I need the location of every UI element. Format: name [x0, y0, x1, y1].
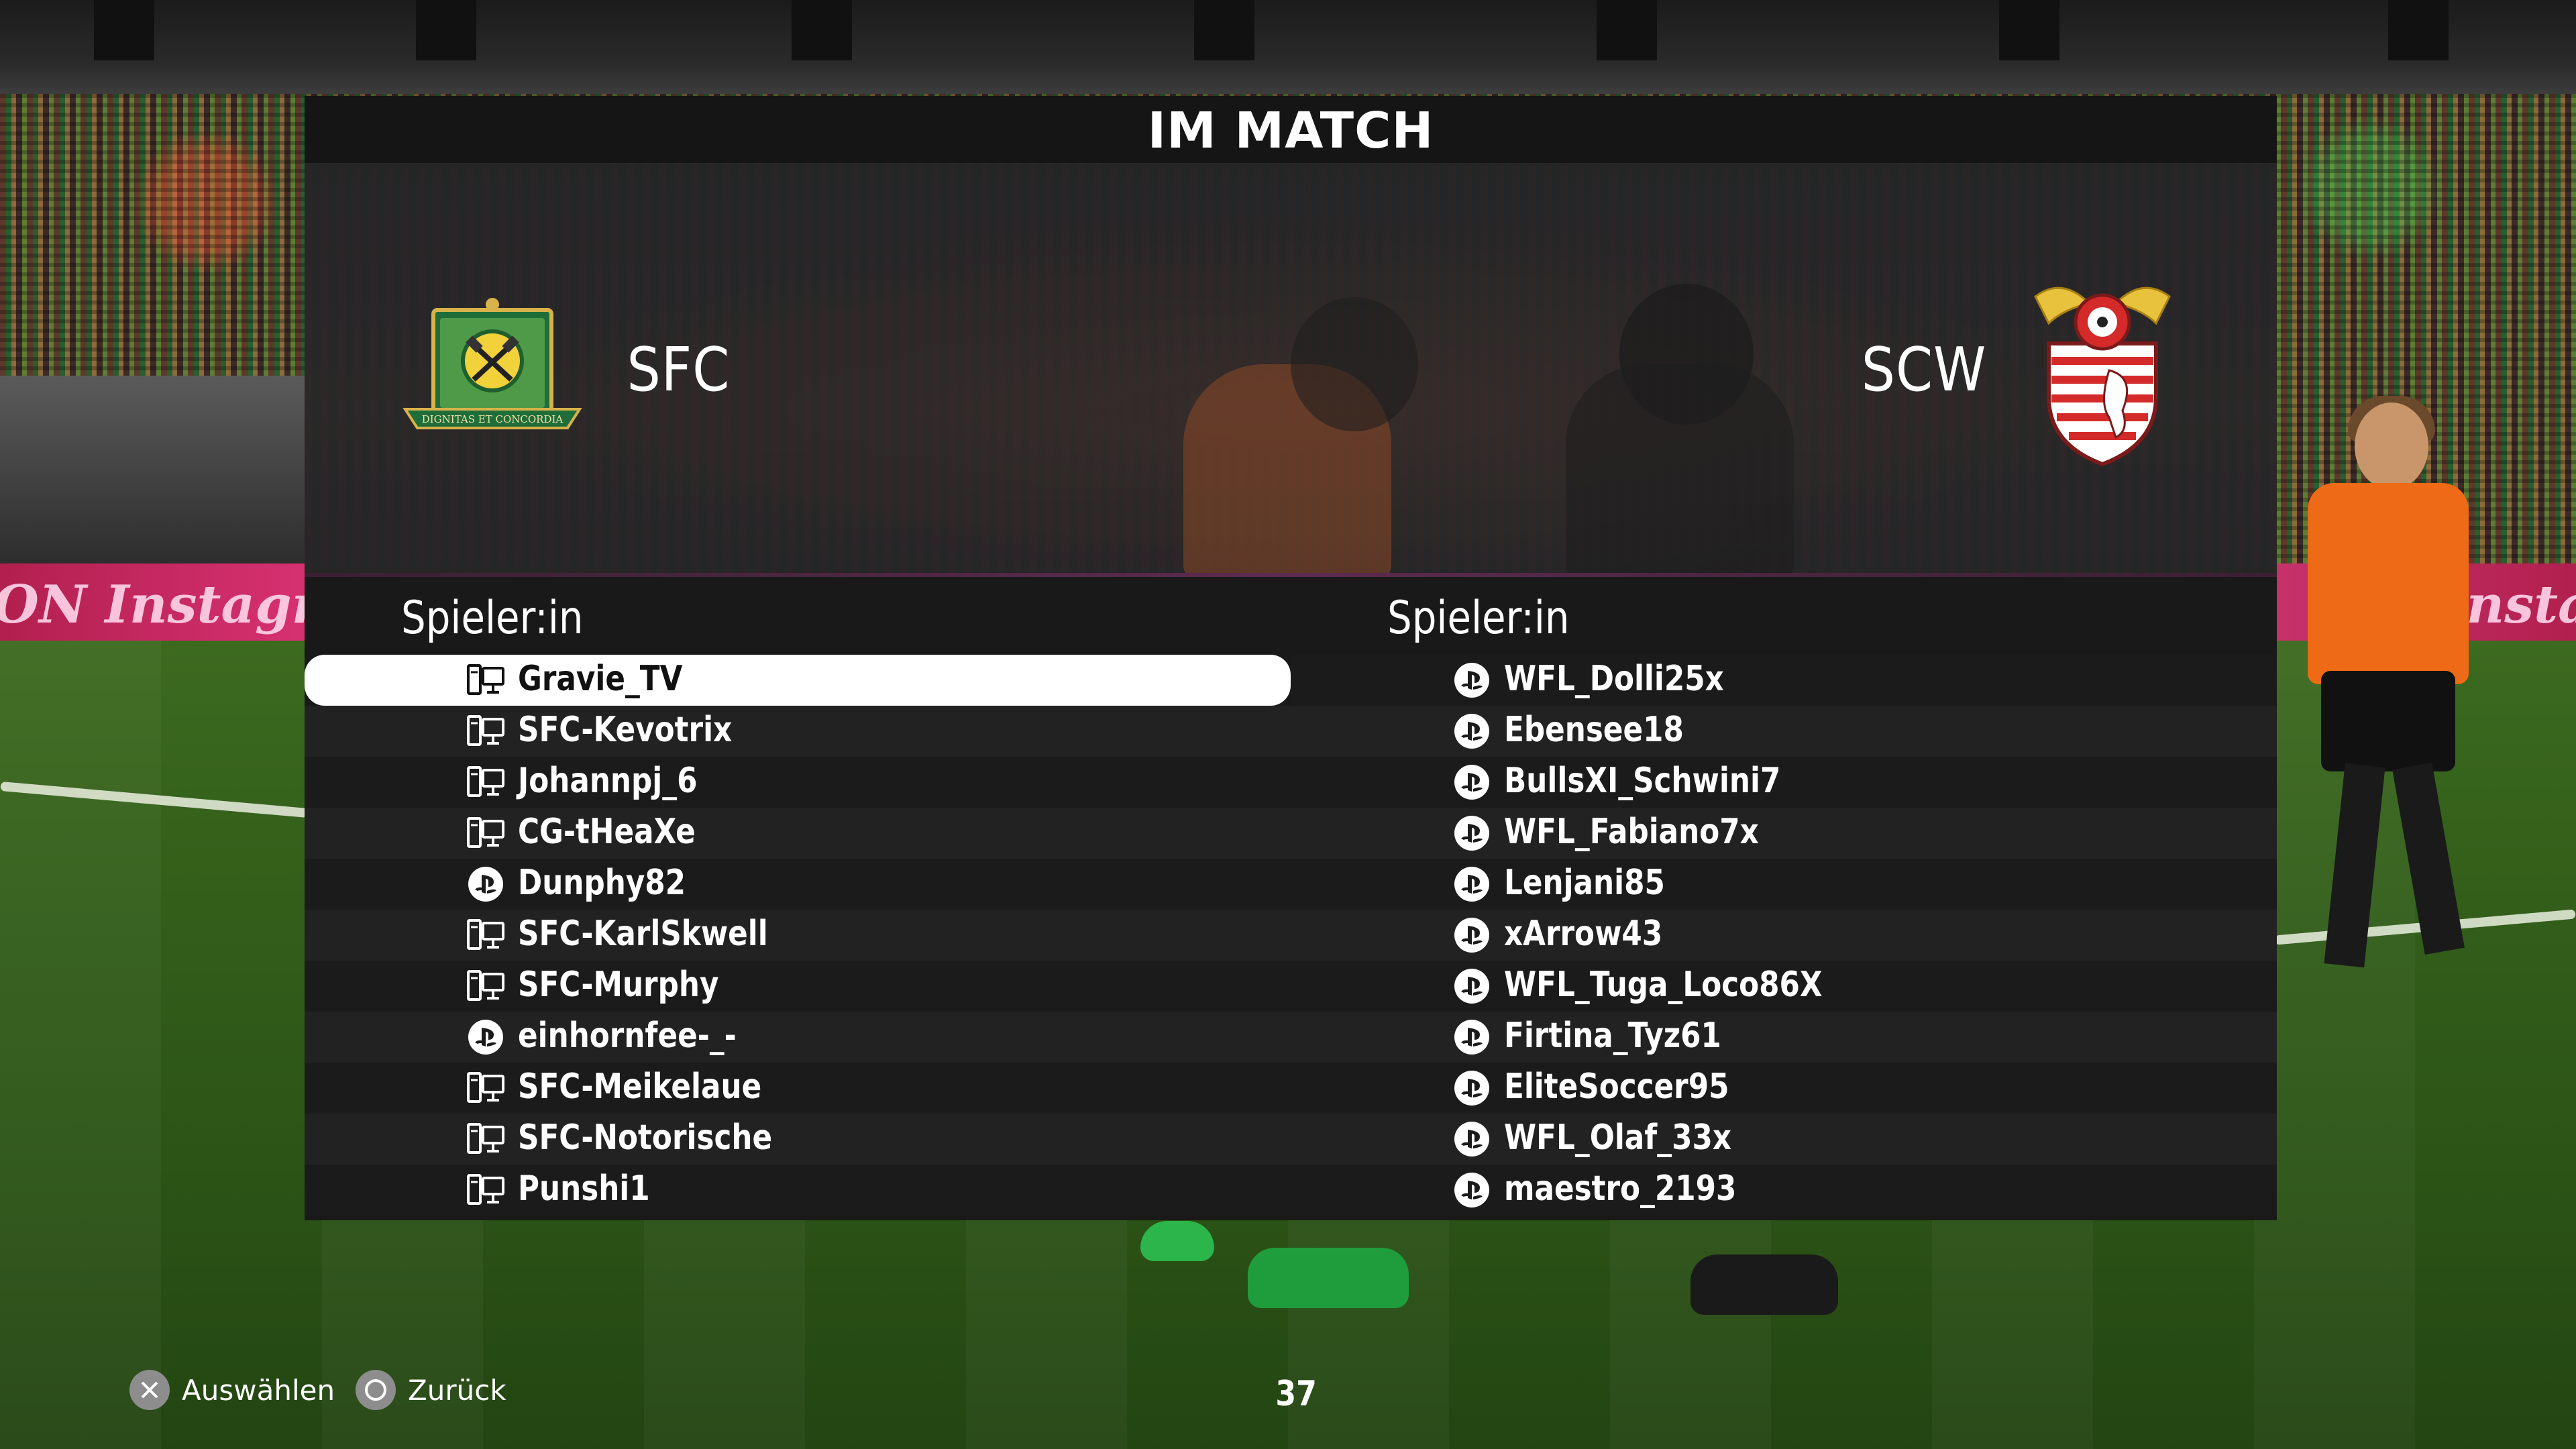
screen-title: IM MATCH [1147, 102, 1434, 160]
pc-icon [467, 664, 504, 696]
player-name: WFL_Fabiano7x [1504, 812, 1759, 852]
referee-figure [2294, 396, 2482, 979]
player-row[interactable]: WFL_Tuga_Loco86X [1291, 961, 2277, 1012]
select-button[interactable]: Auswählen [129, 1370, 335, 1410]
away-team: SCW [1853, 163, 2183, 577]
playstation-icon [1453, 918, 1491, 953]
player-row[interactable]: CG-tHeaXe [305, 808, 1291, 859]
pc-icon [467, 970, 504, 1002]
player-name: WFL_Olaf_33x [1504, 1118, 1732, 1158]
pc-icon [467, 715, 504, 747]
player-name: SFC-KarlSkwell [518, 914, 768, 954]
playstation-icon [1453, 816, 1491, 851]
player-row[interactable]: Punshi1 [305, 1165, 1291, 1216]
player-row[interactable]: Firtina_Tyz61 [1291, 1012, 2277, 1063]
player-name: Firtina_Tyz61 [1504, 1016, 1721, 1056]
home-team-crest-icon: DIGNITAS ET CONCORDIA [402, 297, 582, 429]
player-row[interactable]: xArrow43 [1291, 910, 2277, 961]
playstation-icon [1453, 1020, 1491, 1055]
player-row[interactable]: maestro_2193 [1291, 1165, 2277, 1216]
player-name: Gravie_TV [518, 659, 683, 699]
playstation-icon [467, 867, 504, 902]
player-boot [1140, 1221, 1214, 1261]
lineup-panel: IM MATCH DIGNITAS ET CONCORDIA SFC SCW S… [305, 96, 2277, 1220]
away-team-name: SCW [1861, 335, 1987, 405]
player-row[interactable]: Johannpj_6 [305, 757, 1291, 808]
player-name: maestro_2193 [1504, 1169, 1737, 1209]
match-hero-banner: DIGNITAS ET CONCORDIA SFC SCW [305, 163, 2277, 579]
home-player-list: Gravie_TV SFC-Kevotrix Johannpj_6 CG-tHeaXe… [305, 655, 1291, 1216]
pc-icon [467, 1123, 504, 1155]
pc-icon [467, 766, 504, 798]
back-button-label: Zurück [408, 1373, 506, 1407]
player-name: BullsXI_Schwini7 [1504, 761, 1781, 801]
player-row[interactable]: SFC-KarlSkwell [305, 910, 1291, 961]
player-name: Johannpj_6 [518, 761, 698, 801]
playstation-icon [1453, 969, 1491, 1004]
away-column-header: Spieler:in [1387, 592, 1570, 645]
pc-icon [467, 1174, 504, 1206]
player-row[interactable]: WFL_Dolli25x [1291, 655, 2277, 706]
playstation-icon [1453, 1173, 1491, 1208]
player-row[interactable]: SFC-Notorische [305, 1114, 1291, 1165]
circle-button-icon [356, 1370, 396, 1410]
players-tunnel [0, 376, 309, 577]
player-row[interactable]: Gravie_TV [305, 655, 1291, 706]
pc-icon [467, 817, 504, 849]
player-boot [1248, 1248, 1409, 1308]
player-name: CG-tHeaXe [518, 812, 696, 852]
playstation-icon [1453, 867, 1491, 902]
select-button-label: Auswählen [182, 1373, 335, 1407]
player-row[interactable]: Lenjani85 [1291, 859, 2277, 910]
playstation-icon [467, 1020, 504, 1055]
player-row[interactable]: EliteSoccer95 [1291, 1063, 2277, 1114]
player-name: Punshi1 [518, 1169, 650, 1209]
player-name: SFC-Murphy [518, 965, 719, 1005]
player-lists: Spieler:in Gravie_TV SFC-Kevotrix Johannpj… [305, 577, 2277, 1220]
player-row[interactable]: BullsXI_Schwini7 [1291, 757, 2277, 808]
player-name: SFC-Meikelaue [518, 1067, 762, 1107]
player-row[interactable]: einhornfee-_- [305, 1012, 1291, 1063]
player-row[interactable]: WFL_Olaf_33x [1291, 1114, 2277, 1165]
home-team-name: SFC [627, 335, 731, 405]
playstation-icon [1453, 765, 1491, 800]
player-name: EliteSoccer95 [1504, 1067, 1729, 1107]
back-button[interactable]: Zurück [356, 1370, 506, 1410]
player-name: WFL_Dolli25x [1504, 659, 1724, 699]
countdown-timer: 37 [1275, 1374, 1317, 1414]
away-team-crest-icon [2034, 286, 2171, 466]
home-player-column: Spieler:in Gravie_TV SFC-Kevotrix Johannpj… [305, 577, 1291, 1220]
player-name: xArrow43 [1504, 914, 1663, 954]
stadium-roof [0, 0, 2576, 94]
pc-icon [467, 919, 504, 951]
player-name: einhornfee-_- [518, 1016, 737, 1056]
player-row[interactable]: WFL_Fabiano7x [1291, 808, 2277, 859]
player-name: WFL_Tuga_Loco86X [1504, 965, 1823, 1005]
player-row[interactable]: Dunphy82 [305, 859, 1291, 910]
playstation-icon [1453, 663, 1491, 698]
home-column-header: Spieler:in [401, 592, 584, 645]
player-row[interactable]: SFC-Meikelaue [305, 1063, 1291, 1114]
title-bar: IM MATCH [305, 96, 2277, 163]
player-name: Ebensee18 [1504, 710, 1684, 750]
playstation-icon [1453, 1071, 1491, 1106]
player-row[interactable]: SFC-Kevotrix [305, 706, 1291, 757]
playstation-icon [1453, 1122, 1491, 1157]
player-row[interactable]: Ebensee18 [1291, 706, 2277, 757]
svg-text:DIGNITAS ET CONCORDIA: DIGNITAS ET CONCORDIA [422, 413, 564, 425]
player-name: SFC-Kevotrix [518, 710, 733, 750]
player-boot [1690, 1254, 1838, 1315]
home-team: DIGNITAS ET CONCORDIA SFC [392, 163, 737, 577]
cross-button-icon [129, 1370, 170, 1410]
player-name: Dunphy82 [518, 863, 686, 903]
player-name: SFC-Notorische [518, 1118, 773, 1158]
playstation-icon [1453, 714, 1491, 749]
away-player-column: Spieler:in WFL_Dolli25x Ebensee18 BullsXI_… [1291, 577, 2277, 1220]
pc-icon [467, 1072, 504, 1104]
player-name: Lenjani85 [1504, 863, 1665, 903]
away-player-list: WFL_Dolli25x Ebensee18 BullsXI_Schwini7 WFL… [1291, 655, 2277, 1216]
player-row[interactable]: SFC-Murphy [305, 961, 1291, 1012]
